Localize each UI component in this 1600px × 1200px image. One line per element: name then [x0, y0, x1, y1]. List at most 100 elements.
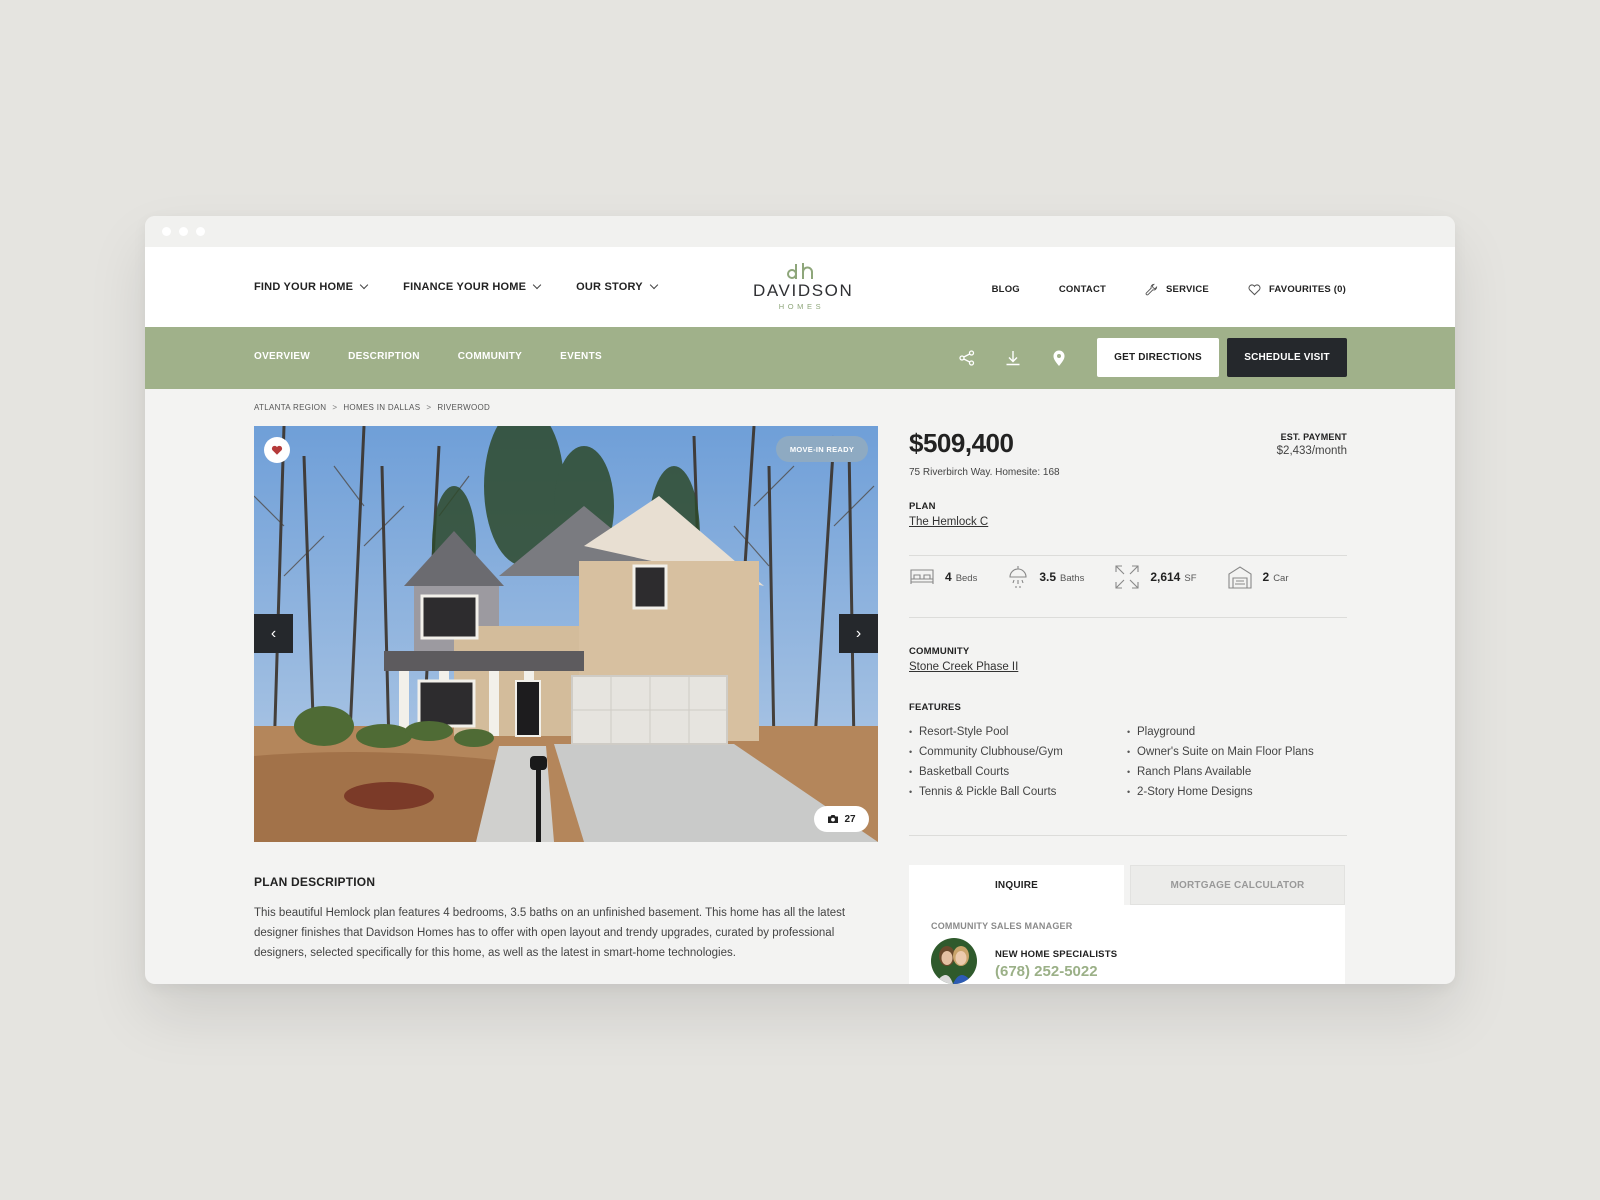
- window-close-dot[interactable]: [162, 227, 171, 236]
- primary-nav: FIND YOUR HOME FINANCE YOUR HOME OUR STO…: [254, 280, 658, 293]
- inquire-panel: INQUIRE MORTGAGE CALCULATOR COMMUNITY SA…: [909, 865, 1345, 984]
- features-list-left: Resort-Style Pool Community Clubhouse/Gy…: [909, 722, 1063, 802]
- divider: [909, 617, 1347, 618]
- nav-blog[interactable]: BLOG: [992, 284, 1020, 295]
- chevron-down-icon: [359, 280, 369, 290]
- get-directions-button[interactable]: GET DIRECTIONS: [1097, 338, 1219, 377]
- breadcrumb-atlanta-region[interactable]: ATLANTA REGION: [254, 403, 326, 412]
- feature-item: Playground: [1127, 722, 1314, 742]
- share-icon[interactable]: [957, 348, 977, 368]
- feature-item: Tennis & Pickle Ball Courts: [909, 782, 1063, 802]
- plan-description-title: PLAN DESCRIPTION: [254, 875, 376, 889]
- breadcrumb-riverwood[interactable]: RIVERWOOD: [437, 403, 490, 412]
- estimated-payment: EST. PAYMENT $2,433/month: [1277, 432, 1347, 457]
- spec-beds-value: 4: [945, 570, 952, 584]
- avatar: [931, 938, 977, 984]
- spec-beds-unit: Beds: [955, 573, 978, 584]
- map-pin-icon[interactable]: [1049, 348, 1069, 368]
- spec-baths-unit: Baths: [1060, 573, 1085, 584]
- nav-find-your-home-label: FIND YOUR HOME: [254, 281, 354, 293]
- plan-label: PLAN: [909, 501, 936, 512]
- feature-item: Basketball Courts: [909, 762, 1063, 782]
- subnav-actions: [957, 348, 1069, 368]
- tab-community[interactable]: COMMUNITY: [458, 351, 522, 362]
- heart-filled-icon: [271, 445, 283, 455]
- community-label: COMMUNITY: [909, 646, 970, 657]
- plan-description-body: This beautiful Hemlock plan features 4 b…: [254, 907, 846, 959]
- nav-favourites[interactable]: FAVOURITES (0): [1248, 283, 1346, 296]
- window-titlebar: [145, 216, 1455, 247]
- community-name-link[interactable]: Stone Creek Phase II: [909, 661, 1018, 673]
- breadcrumb-separator: >: [426, 403, 432, 412]
- divider: [909, 555, 1347, 556]
- spec-garage-value: 2: [1262, 570, 1270, 584]
- feature-item: 2-Story Home Designs: [1127, 782, 1314, 802]
- tab-mortgage-calculator[interactable]: MORTGAGE CALCULATOR: [1130, 865, 1345, 905]
- favorite-button[interactable]: [264, 437, 290, 463]
- tab-description[interactable]: DESCRIPTION: [348, 351, 420, 362]
- tab-overview[interactable]: OVERVIEW: [254, 351, 310, 362]
- chevron-down-icon: [649, 280, 658, 290]
- photo-count-button[interactable]: 27: [814, 806, 869, 832]
- home-specs: 4 Beds 3.5 Baths 2,614 SF 2 Car: [909, 564, 1319, 590]
- listing-subnav: OVERVIEW DESCRIPTION COMMUNITY EVENTS GE…: [145, 327, 1455, 389]
- photo-gallery[interactable]: MOVE-IN READY ‹ › 27: [254, 426, 878, 842]
- utility-nav: BLOG CONTACT SERVICE FAVOURITES (0): [992, 283, 1346, 296]
- site-header: FIND YOUR HOME FINANCE YOUR HOME OUR STO…: [145, 247, 1455, 327]
- breadcrumb-separator: >: [332, 403, 338, 412]
- nav-service-label: SERVICE: [1166, 284, 1209, 295]
- section-tabs: OVERVIEW DESCRIPTION COMMUNITY EVENTS: [254, 351, 602, 362]
- davidson-homes-logo[interactable]: DAVIDSON HOMES: [753, 261, 854, 311]
- heart-outline-icon: [1248, 283, 1261, 295]
- spec-garage: 2 Car: [1227, 564, 1289, 590]
- nav-contact[interactable]: CONTACT: [1059, 284, 1106, 295]
- nav-finance-your-home-label: FINANCE YOUR HOME: [403, 281, 527, 293]
- nav-find-your-home[interactable]: FIND YOUR HOME: [254, 280, 369, 293]
- tab-events[interactable]: EVENTS: [560, 351, 602, 362]
- plan-name-link[interactable]: The Hemlock C: [909, 516, 988, 528]
- listing-price: $509,400: [909, 428, 1014, 458]
- contact-phone-link[interactable]: (678) 252-5022: [995, 963, 1098, 980]
- contact-name: NEW HOME SPECIALISTS: [995, 949, 1118, 960]
- nav-service[interactable]: SERVICE: [1145, 283, 1209, 296]
- gallery-prev-button[interactable]: ‹: [254, 614, 293, 653]
- bed-icon: [910, 569, 934, 584]
- chevron-right-icon: ›: [855, 624, 862, 642]
- nav-blog-label: BLOG: [991, 284, 1020, 295]
- window-maximize-dot[interactable]: [196, 227, 205, 236]
- spec-beds: 4 Beds: [909, 567, 977, 587]
- nav-finance-your-home[interactable]: FINANCE YOUR HOME: [403, 280, 542, 293]
- nav-our-story[interactable]: OUR STORY: [576, 280, 658, 293]
- spec-sf-value: 2,614: [1150, 570, 1181, 584]
- tab-inquire[interactable]: INQUIRE: [909, 865, 1124, 905]
- logo-dh-icon: [787, 263, 813, 279]
- spec-square-feet: 2,614 SF: [1114, 564, 1197, 590]
- listing-address: 75 Riverbirch Way. Homesite: 168: [909, 467, 1060, 478]
- feature-item: Owner's Suite on Main Floor Plans: [1127, 742, 1314, 762]
- gallery-next-button[interactable]: ›: [839, 614, 878, 653]
- inquire-body: COMMUNITY SALES MANAGER NEW HOME SPECIAL…: [909, 905, 1345, 984]
- photo-count-value: 27: [844, 813, 856, 825]
- spec-baths: 3.5 Baths: [1007, 564, 1084, 590]
- logo-name: DAVIDSON: [753, 281, 854, 300]
- spec-sf-unit: SF: [1184, 573, 1197, 584]
- est-payment-value: $2,433/month: [1276, 445, 1347, 457]
- wrench-icon: [1145, 283, 1158, 296]
- chevron-down-icon: [532, 280, 542, 290]
- feature-item: Ranch Plans Available: [1127, 762, 1314, 782]
- window-minimize-dot[interactable]: [179, 227, 188, 236]
- sales-manager-label: COMMUNITY SALES MANAGER: [931, 921, 1073, 931]
- breadcrumb-homes-in-dallas[interactable]: HOMES IN DALLAS: [343, 403, 420, 412]
- house-photo: [254, 426, 878, 842]
- divider: [909, 835, 1347, 836]
- feature-item: Community Clubhouse/Gym: [909, 742, 1063, 762]
- shower-icon: [1009, 566, 1027, 588]
- spec-baths-value: 3.5: [1039, 570, 1057, 584]
- download-icon[interactable]: [1003, 348, 1023, 368]
- nav-contact-label: CONTACT: [1058, 284, 1107, 295]
- garage-icon: [1227, 566, 1252, 589]
- move-in-ready-badge: MOVE-IN READY: [776, 436, 868, 462]
- nav-our-story-label: OUR STORY: [576, 281, 643, 293]
- breadcrumb: ATLANTA REGION > HOMES IN DALLAS > RIVER…: [254, 403, 490, 412]
- schedule-visit-button[interactable]: SCHEDULE VISIT: [1227, 338, 1347, 377]
